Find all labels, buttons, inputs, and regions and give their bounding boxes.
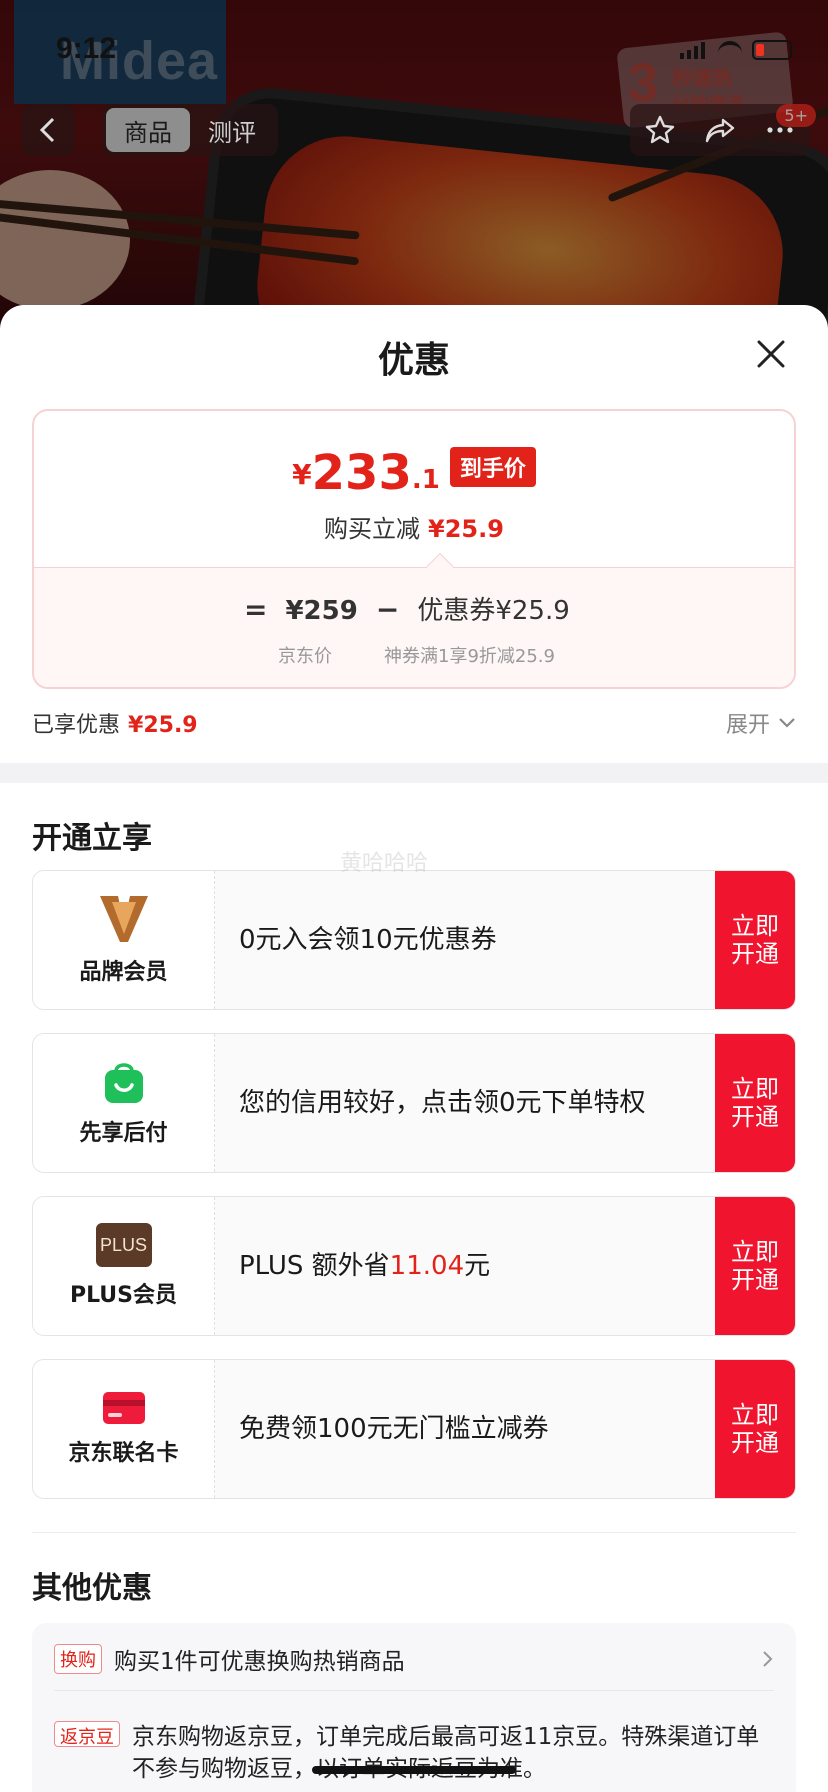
member-desc: 免费领100元无门槛立减券 <box>215 1360 715 1498</box>
price-integer: 233 <box>311 445 412 501</box>
member-desc-text: 您的信用较好，点击领0元下单特权 <box>239 1088 646 1118</box>
plus-icon: PLUS <box>95 1223 152 1267</box>
discount-sheet: 优惠 ¥ 233 .1 到手价 购买立减 ¥25.9 = ¥259 − 优惠券¥2… <box>0 305 828 1792</box>
base-price-caption: 京东价 <box>278 646 332 667</box>
member-card-jdcard[interactable]: 京东联名卡 免费领100元无门槛立减券 立即开通 <box>32 1359 796 1499</box>
signal-icon <box>680 41 708 59</box>
price-decimal: .1 <box>411 465 440 495</box>
price-breakdown: = ¥259 − 优惠券¥25.9 京东价 神券满1享9折减25.9 <box>34 567 794 687</box>
member-info: 先享后付 <box>33 1034 215 1172</box>
open-section-title: 开通立享 <box>32 821 152 856</box>
divider <box>32 1532 796 1533</box>
price-card: ¥ 233 .1 到手价 购买立减 ¥25.9 = ¥259 − 优惠券¥25.9… <box>32 409 796 689</box>
coupon-amount: 优惠券¥25.9 <box>417 596 570 626</box>
offer-text: 京东购物返京豆，订单完成后最高可返11京豆。特殊渠道订单不参与购物返豆，以订单实… <box>132 1724 760 1782</box>
enjoyed-discount: 已享优惠 ¥25.9 <box>32 707 198 739</box>
member-desc: 您的信用较好，点击领0元下单特权 <box>215 1034 715 1172</box>
expand-button[interactable]: 展开 <box>726 707 796 739</box>
price-formula: = ¥259 − 优惠券¥25.9 <box>244 590 570 627</box>
offer-tag: 换购 <box>54 1643 102 1674</box>
activate-button[interactable]: 立即开通 <box>715 1197 795 1335</box>
enjoyed-amount: ¥25.9 <box>128 713 198 738</box>
final-price-tag: 到手价 <box>449 447 536 487</box>
member-name: PLUS会员 <box>69 1283 178 1308</box>
chevron-left-icon <box>39 117 55 143</box>
offer-text: 购买1件可优惠换购热销商品 <box>114 1648 405 1675</box>
expand-label: 展开 <box>725 713 770 738</box>
activate-button[interactable]: 立即开通 <box>715 871 795 1009</box>
shopping-bag-icon <box>104 1063 143 1103</box>
section-divider <box>0 763 828 783</box>
equals-sign: = <box>244 593 268 626</box>
wifi-icon <box>718 41 742 59</box>
offer-tag: 返京豆 <box>54 1721 120 1748</box>
activate-button[interactable]: 立即开通 <box>715 1360 795 1498</box>
credit-card-icon <box>102 1392 145 1424</box>
final-price-row: ¥ 233 .1 到手价 <box>34 447 794 497</box>
member-info: 品牌会员 <box>33 871 215 1009</box>
message-badge: 5+ <box>776 104 816 127</box>
member-name: 品牌会员 <box>79 960 168 985</box>
reduce-row: 购买立减 ¥25.9 <box>34 509 794 544</box>
member-desc-text: PLUS 额外省 <box>239 1251 390 1281</box>
share-icon[interactable] <box>704 114 736 146</box>
member-desc-text: 免费领100元无门槛立减券 <box>239 1414 549 1444</box>
sheet-title: 优惠 <box>377 340 450 381</box>
member-info: 京东联名卡 <box>33 1360 215 1498</box>
member-card-plus[interactable]: PLUS PLUS会员 PLUS 额外省 11.04 元 立即开通 <box>32 1196 796 1336</box>
coupon-caption: 神券满1享9折减25.9 <box>384 646 555 667</box>
home-indicator[interactable] <box>312 1766 516 1774</box>
close-icon[interactable] <box>754 337 788 371</box>
member-desc-highlight: 11.04 <box>389 1251 465 1281</box>
activate-button[interactable]: 立即开通 <box>715 1034 795 1172</box>
minus-sign: − <box>375 593 400 626</box>
enjoyed-label: 已享优惠 <box>32 713 121 738</box>
price-top: ¥ 233 .1 到手价 购买立减 ¥25.9 <box>34 411 794 569</box>
base-price: ¥259 <box>285 596 358 626</box>
watermark: 黄哈哈哈 <box>340 851 429 876</box>
chevron-right-icon <box>763 1650 773 1667</box>
other-section-title: 其他优惠 <box>32 1571 152 1606</box>
member-card-paylater[interactable]: 先享后付 您的信用较好，点击领0元下单特权 立即开通 <box>32 1033 796 1173</box>
tab-review[interactable]: 测评 <box>190 108 274 152</box>
reduce-amount: ¥25.9 <box>428 515 504 543</box>
member-desc-text: 0元入会领10元优惠券 <box>239 925 497 955</box>
final-price: ¥ 233 .1 <box>292 449 440 497</box>
chevron-down-icon <box>779 718 795 728</box>
status-icons <box>680 40 792 60</box>
battery-icon <box>752 40 792 60</box>
tab-product[interactable]: 商品 <box>106 108 190 152</box>
offer-item-beans: 返京豆 京东购物返京豆，订单完成后最高可返11京豆。特殊渠道订单不参与购物返豆，… <box>54 1721 774 1785</box>
back-button[interactable] <box>22 104 74 156</box>
status-time: 9:12 <box>56 32 117 65</box>
member-desc: PLUS 额外省 11.04 元 <box>215 1197 715 1335</box>
v-brand-icon <box>99 896 148 942</box>
member-card-brand[interactable]: 品牌会员 0元入会领10元优惠券 立即开通 <box>32 870 796 1010</box>
member-desc-suffix: 元 <box>464 1251 491 1281</box>
nav-tabs: 商品 测评 <box>102 104 278 156</box>
currency-symbol: ¥ <box>292 458 312 491</box>
reduce-label: 购买立减 <box>324 515 421 543</box>
member-name: 京东联名卡 <box>68 1441 179 1466</box>
offer-item-tradein[interactable]: 换购 购买1件可优惠换购热销商品 <box>54 1643 774 1691</box>
member-desc: 0元入会领10元优惠券 <box>215 871 715 1009</box>
star-icon[interactable] <box>644 114 676 146</box>
member-info: PLUS PLUS会员 <box>33 1197 215 1335</box>
member-name: 先享后付 <box>79 1121 168 1146</box>
